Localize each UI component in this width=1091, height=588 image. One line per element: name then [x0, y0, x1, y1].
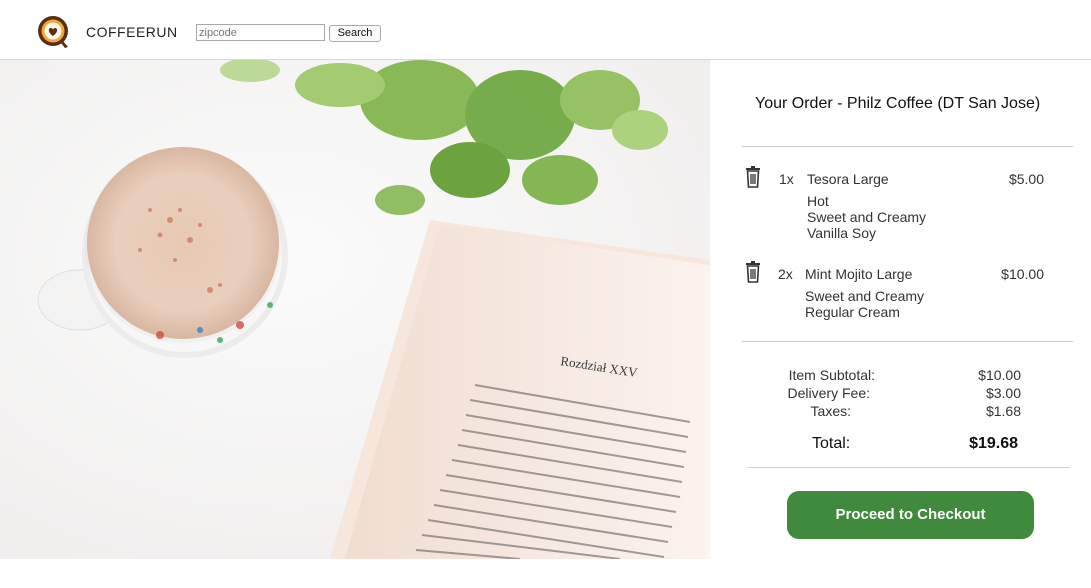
item-name: Mint Mojito Large	[805, 266, 913, 282]
order-panel: Your Order - Philz Coffee (DT San Jose) …	[710, 60, 1091, 588]
item-option: Vanilla Soy	[807, 225, 877, 241]
order-title: Your Order - Philz Coffee (DT San Jose)	[755, 95, 1041, 112]
item-price: $5.00	[1008, 171, 1044, 187]
trash-icon[interactable]	[743, 261, 763, 283]
divider	[742, 341, 1073, 342]
trash-icon[interactable]	[743, 166, 763, 188]
total-value: $19.68	[969, 435, 1018, 452]
item-options: Sweet and Creamy Regular Cream	[805, 288, 924, 320]
taxes-value: $1.68	[985, 403, 1021, 419]
divider	[742, 146, 1073, 147]
item-options: Hot Sweet and Creamy Vanilla Soy	[807, 193, 926, 241]
item-option: Sweet and Creamy	[805, 288, 925, 304]
item-quantity: 2x	[778, 266, 793, 282]
subtotal-label: Item Subtotal:	[788, 367, 875, 383]
search-button[interactable]: Search	[329, 25, 381, 42]
item-price: $10.00	[1001, 266, 1044, 282]
item-option: Sweet and Creamy	[807, 209, 927, 225]
delivery-value: $3.00	[985, 385, 1021, 401]
top-navbar: COFFEERUN Search	[0, 0, 1091, 60]
item-quantity: 1x	[779, 171, 794, 187]
item-name: Tesora Large	[807, 171, 889, 187]
hero-image: Rozdział XXV	[0, 60, 710, 559]
item-option: Regular Cream	[805, 304, 900, 320]
item-option: Hot	[807, 193, 829, 209]
proceed-to-checkout-button[interactable]: Proceed to Checkout	[787, 491, 1034, 539]
subtotal-value: $10.00	[978, 367, 1021, 383]
divider	[747, 467, 1070, 468]
total-label: Total:	[812, 435, 851, 452]
delivery-label: Delivery Fee:	[787, 385, 870, 401]
coffee-logo-icon[interactable]	[37, 15, 71, 49]
brand-name[interactable]: COFFEERUN	[86, 24, 178, 40]
taxes-label: Taxes:	[810, 403, 851, 419]
zipcode-input[interactable]	[196, 24, 325, 41]
